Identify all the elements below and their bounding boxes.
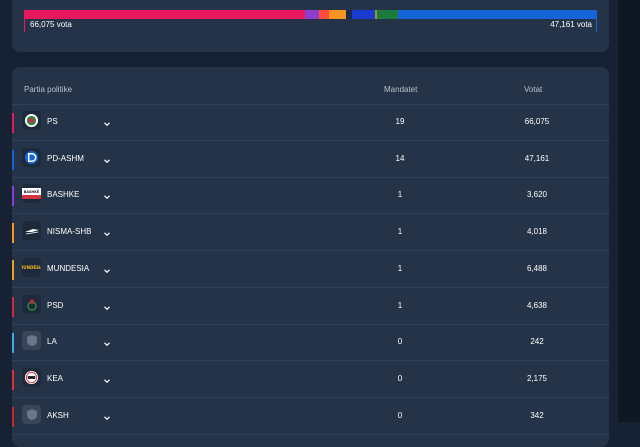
party-name: BASHKE (47, 190, 80, 200)
seat-bar-segment (319, 10, 329, 19)
pd-logo-icon (22, 147, 41, 167)
results-table: Partia politike Mandatet Votat PS 19 66,07… (12, 67, 609, 447)
party-name: KEA (47, 373, 64, 383)
seats-value: 19 (395, 117, 405, 126)
party-color-stripe (12, 259, 14, 280)
party-color-stripe (12, 223, 14, 244)
party-color-stripe (12, 186, 14, 207)
votes-value: 4,638 (526, 300, 548, 310)
table-row[interactable]: NISMA-SHB 1 4,018 (12, 214, 609, 252)
left-vote-label: 66,075 vota (30, 20, 72, 29)
votes-value: 2,175 (526, 373, 548, 383)
seat-bar-segment (377, 10, 398, 19)
party-name: PS (47, 117, 58, 126)
party-name: PSD (47, 300, 64, 310)
party-name: PD-ASHM (47, 153, 84, 163)
svg-text:BASHKË: BASHKË (24, 189, 40, 194)
party-name: NISMA-SHB (47, 227, 92, 237)
shield-placeholder-icon (22, 404, 41, 424)
table-row[interactable]: KEA 0 2,175 (12, 361, 609, 398)
seats-value: 0 (397, 337, 403, 347)
chevron-down-icon[interactable] (102, 116, 112, 127)
ps-logo-icon (22, 111, 41, 130)
table-row[interactable]: PS 19 66,075 (12, 104, 609, 141)
seat-distribution-bar (24, 10, 597, 19)
seats-value: 0 (397, 373, 403, 383)
bashke-logo-icon: BASHKË (22, 184, 41, 204)
chevron-down-icon[interactable] (102, 300, 112, 310)
table-row[interactable]: LA 0 242 (12, 324, 609, 362)
table-row[interactable]: BASHKË BASHKE 1 3,620 (12, 177, 609, 215)
right-vote-label: 47,161 vota (550, 20, 592, 29)
seat-bar-segment (328, 10, 346, 19)
seats-value: 1 (397, 300, 403, 310)
chevron-down-icon[interactable] (102, 263, 112, 273)
nisma-logo-icon (22, 221, 41, 241)
seats-value: 0 (397, 410, 403, 420)
votes-value: 342 (530, 410, 544, 420)
right-marker (596, 19, 597, 32)
seats-value: 1 (397, 190, 403, 200)
table-row[interactable]: AKSH 0 342 (12, 398, 609, 435)
party-name: AKSH (47, 410, 69, 420)
chevron-down-icon[interactable] (102, 410, 112, 420)
svg-text:MUNDËSIA: MUNDËSIA (22, 265, 41, 270)
psd-logo-icon (22, 294, 41, 314)
party-color-stripe (12, 113, 14, 133)
party-color-stripe (12, 333, 14, 354)
party-name: LA (47, 337, 57, 347)
votes-value: 242 (530, 337, 544, 347)
shield-placeholder-icon (22, 331, 41, 351)
page-scrollbar[interactable] (618, 0, 640, 422)
chevron-down-icon[interactable] (102, 153, 112, 163)
votes-value: 47,161 (524, 153, 550, 163)
seat-distribution-card: 66,075 vota 47,161 vota (12, 0, 609, 52)
left-marker (24, 19, 25, 32)
party-color-stripe (12, 296, 14, 317)
table-header: Partia politike Mandatet Votat (12, 67, 609, 105)
party-color-stripe (12, 406, 14, 427)
chevron-down-icon[interactable] (102, 373, 112, 384)
table-row[interactable]: PD-ASHM 14 47,161 (12, 141, 609, 178)
party-color-stripe (12, 149, 14, 170)
table-row[interactable]: PSD 1 4,638 (12, 288, 609, 325)
party-color-stripe (12, 369, 14, 390)
seat-bar-segment (351, 10, 375, 19)
mundesia-logo-icon: MUNDËSIA (22, 257, 41, 277)
seats-column-header: Mandatet (384, 85, 418, 94)
seat-bar-segment (397, 10, 597, 19)
kea-logo-icon (22, 367, 41, 387)
seat-bar-segment (24, 10, 305, 19)
votes-value: 66,075 (524, 117, 550, 126)
votes-value: 6,488 (526, 263, 548, 273)
chevron-down-icon[interactable] (102, 189, 112, 200)
votes-value: 3,620 (526, 190, 548, 200)
seat-bar-segment (304, 10, 320, 19)
party-column-header: Partia politike (24, 85, 73, 94)
votes-column-header: Votat (524, 85, 543, 94)
chevron-down-icon[interactable] (102, 226, 112, 237)
votes-value: 4,018 (526, 227, 548, 237)
seats-value: 1 (397, 227, 403, 237)
chevron-down-icon[interactable] (102, 336, 112, 347)
party-name: MUNDESIA (47, 263, 90, 273)
seats-value: 1 (397, 263, 403, 273)
table-row[interactable]: MUNDËSIA MUNDESIA 1 6,488 (12, 251, 609, 288)
seats-value: 14 (395, 153, 405, 163)
